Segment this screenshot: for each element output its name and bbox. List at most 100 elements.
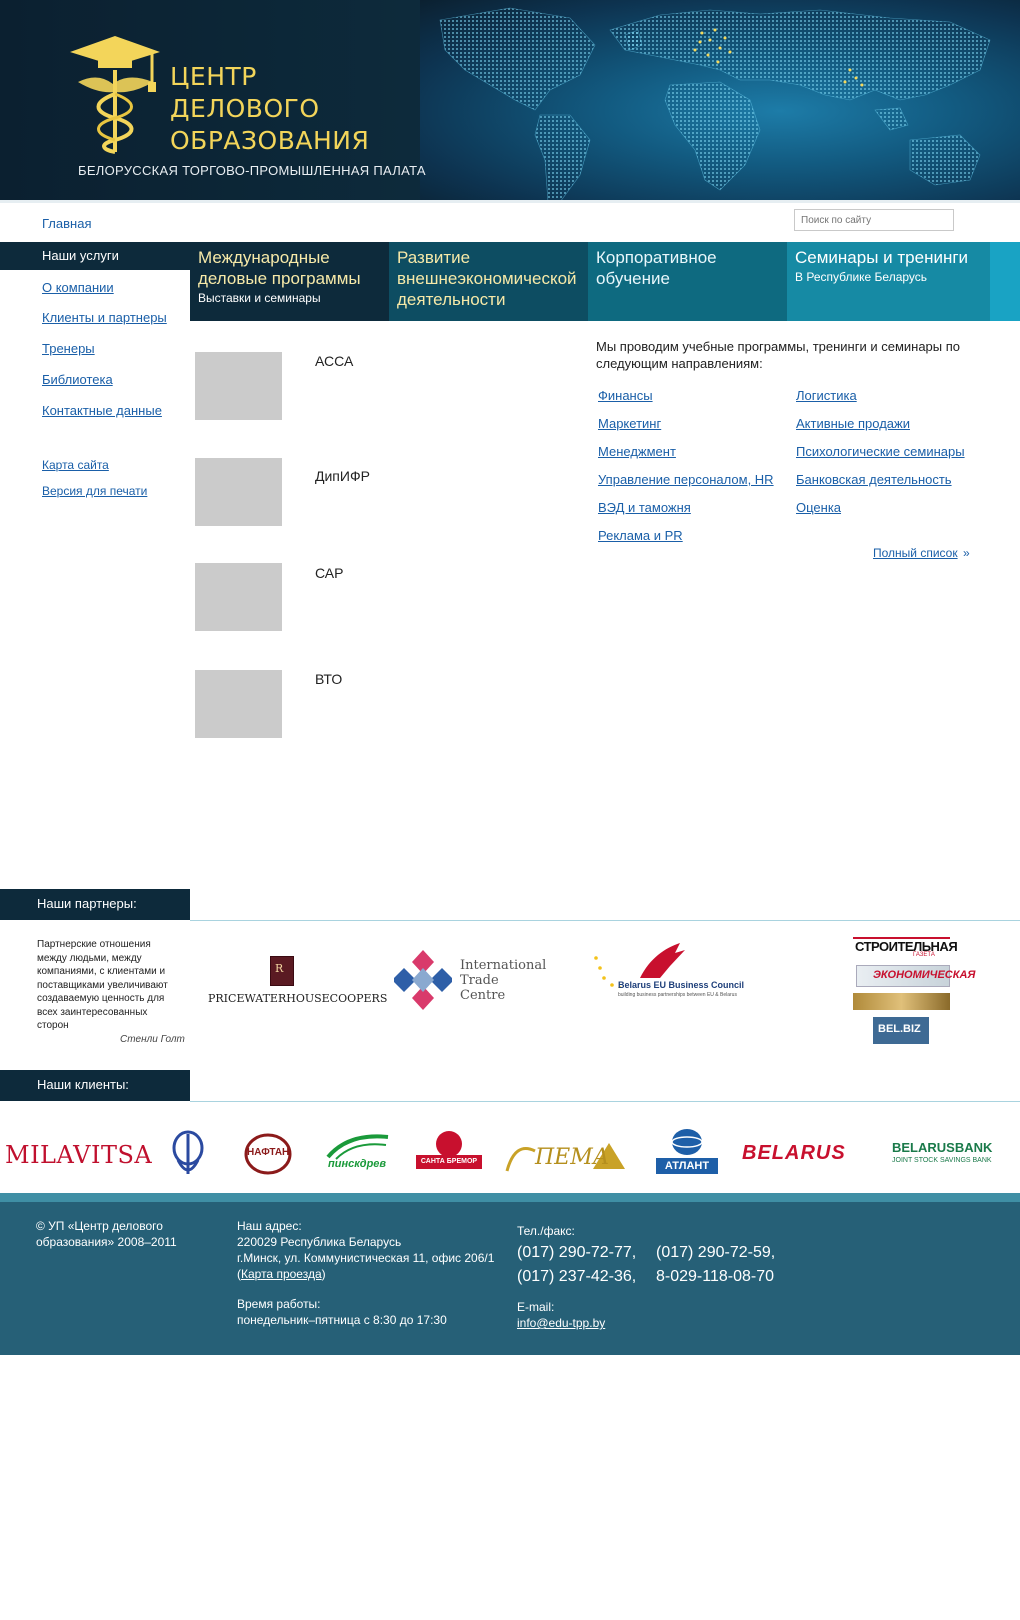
phone-label: Тел./факс: bbox=[517, 1224, 575, 1238]
tab-bar-end bbox=[990, 242, 1020, 321]
divider bbox=[190, 920, 1020, 921]
naftan-logo[interactable]: НАФТАН bbox=[243, 1133, 293, 1175]
itc-line3: Centre bbox=[460, 988, 506, 1003]
sidebar-item-trainers[interactable]: Тренеры bbox=[42, 341, 95, 356]
globe-icon bbox=[671, 1129, 703, 1155]
sidebar-item-about[interactable]: О компании bbox=[42, 280, 114, 295]
santa-emblem-icon bbox=[436, 1131, 462, 1157]
search-input[interactable] bbox=[794, 209, 954, 231]
belarus-eu-subtext: building business partnerships between E… bbox=[618, 992, 737, 998]
sidebar-item-services[interactable]: Наши услуги bbox=[0, 242, 190, 270]
program-image-placeholder[interactable] bbox=[195, 563, 282, 631]
tab-title: Развитие внешнеэкономической деятельност… bbox=[397, 248, 577, 309]
footer-top-strip bbox=[0, 1193, 1020, 1202]
itc-mark-icon bbox=[394, 950, 452, 1010]
direction-link[interactable]: Финансы bbox=[598, 388, 653, 403]
email-label: E-mail: bbox=[517, 1300, 555, 1314]
header-divider bbox=[0, 200, 1020, 203]
partners-heading: Наши партнеры: bbox=[37, 896, 137, 911]
direction-link[interactable]: ВЭД и таможня bbox=[598, 500, 691, 515]
direction-link[interactable]: Активные продажи bbox=[796, 416, 910, 431]
clients-heading: Наши клиенты: bbox=[37, 1077, 129, 1092]
program-label-dipifr[interactable]: ДипИФР bbox=[315, 468, 370, 484]
sidebar-item-library[interactable]: Библиотека bbox=[42, 372, 113, 387]
phone-number: 8-029-118-08-70 bbox=[656, 1268, 775, 1285]
world-map-image bbox=[439, 7, 991, 202]
partners-heading-bar: Наши партнеры: bbox=[0, 889, 190, 920]
tab-title: Корпоративное обучение bbox=[596, 248, 717, 288]
sitemap-link[interactable]: Карта сайта bbox=[42, 458, 109, 472]
itc-logo[interactable]: International Trade Centre bbox=[394, 948, 554, 1012]
copyright-line1: © УП «Центр делового bbox=[36, 1219, 163, 1233]
belarusbank-logo[interactable]: BELARUSBANK JOINT STOCK SAVINGS BANK bbox=[892, 1140, 1016, 1170]
program-image-placeholder[interactable] bbox=[195, 458, 282, 526]
newspaper-logo-3[interactable] bbox=[853, 993, 950, 1010]
hours-label: Время работы: bbox=[237, 1297, 321, 1311]
ekonomicheskaya-gazeta-logo[interactable]: ЭКОНОМИЧЕСКАЯ bbox=[856, 965, 975, 987]
hours-text: понедельник–пятница с 8:30 до 17:30 bbox=[237, 1313, 447, 1327]
atlant-logo[interactable]: АТЛАНТ bbox=[656, 1127, 718, 1177]
direction-link[interactable]: Психологические семинары bbox=[796, 444, 965, 459]
tab-international-programs[interactable]: Международные деловые программы Выставки… bbox=[190, 242, 389, 321]
belarus-eu-text: Belarus EU Business Council bbox=[618, 980, 745, 990]
address-label: Наш адрес: bbox=[237, 1219, 302, 1233]
program-image-placeholder[interactable] bbox=[195, 670, 282, 738]
home-link[interactable]: Главная bbox=[42, 216, 91, 231]
direction-link[interactable]: Маркетинг bbox=[598, 416, 661, 431]
belbiz-logo[interactable]: BEL.BIZ bbox=[873, 1017, 929, 1044]
direction-link[interactable]: Управление персоналом, HR bbox=[598, 472, 774, 487]
program-label-wto[interactable]: ВТО bbox=[315, 671, 342, 687]
clients-heading-bar: Наши клиенты: bbox=[0, 1070, 190, 1101]
program-image-placeholder[interactable] bbox=[195, 352, 282, 420]
caduceus-logo-icon bbox=[70, 36, 160, 154]
pema-logo[interactable]: ПЕМА bbox=[505, 1131, 625, 1176]
client-emblem-icon[interactable] bbox=[168, 1130, 208, 1180]
quote-author: Стенли Голт bbox=[120, 1034, 185, 1045]
site-footer: © УП «Центр делового образования» 2008–2… bbox=[0, 1202, 1020, 1355]
pwc-emblem-icon: R bbox=[270, 956, 294, 986]
logo-title-line1: ЦЕНТР bbox=[170, 62, 257, 91]
sidebar-item-label: Наши услуги bbox=[42, 248, 119, 263]
tab-corporate-training[interactable]: Корпоративное обучение bbox=[588, 242, 787, 321]
site-header: ЦЕНТР ДЕЛОВОГО ОБРАЗОВАНИЯ БЕЛОРУССКАЯ Т… bbox=[0, 0, 1020, 202]
sidebar-item-clients[interactable]: Клиенты и партнеры bbox=[42, 310, 167, 325]
address-line1: 220029 Республика Беларусь bbox=[237, 1235, 402, 1249]
itc-line2: Trade bbox=[460, 973, 499, 988]
direction-link[interactable]: Менеджмент bbox=[598, 444, 676, 459]
direction-link[interactable]: Банковская деятельность bbox=[796, 472, 952, 487]
full-list-link[interactable]: Полный список bbox=[873, 546, 958, 560]
tab-seminars[interactable]: Семинары и тренинги В Республике Беларус… bbox=[787, 242, 990, 321]
tab-subtitle: Выставки и семинары bbox=[198, 291, 321, 305]
program-label-acca[interactable]: АССА bbox=[315, 353, 353, 369]
logo-title-line3: ОБРАЗОВАНИЯ bbox=[170, 126, 370, 155]
print-version-link[interactable]: Версия для печати bbox=[42, 484, 147, 498]
belarus-eu-council-logo[interactable]: Belarus EU Business Council building bus… bbox=[590, 938, 744, 1018]
program-label-cap[interactable]: САР bbox=[315, 565, 343, 581]
milavitsa-logo[interactable]: MILAVITSA bbox=[5, 1141, 152, 1169]
phone-number: (017) 237-42-36, bbox=[517, 1268, 637, 1285]
tab-foreign-trade[interactable]: Развитие внешнеэкономической деятельност… bbox=[389, 242, 588, 321]
phone-number: (017) 290-72-77, bbox=[517, 1244, 637, 1261]
direction-link[interactable]: Оценка bbox=[796, 500, 841, 515]
belarus-tractor-logo[interactable]: BELARUS bbox=[742, 1142, 846, 1165]
pinskdrev-logo[interactable]: пинскдрев bbox=[318, 1131, 393, 1176]
email-link[interactable]: info@edu-tpp.by bbox=[517, 1316, 605, 1330]
itc-line1: International bbox=[460, 958, 547, 973]
address-line2: г.Минск, ул. Коммунистическая 11, офис 2… bbox=[237, 1251, 495, 1265]
direction-link[interactable]: Логистика bbox=[796, 388, 857, 403]
logo-title-line2: ДЕЛОВОГО bbox=[170, 94, 320, 123]
partners-quote: Партнерские отношения между людьми, межд… bbox=[37, 939, 168, 1031]
tab-title: Международные деловые программы bbox=[198, 248, 361, 288]
tab-title: Семинары и тренинги bbox=[795, 248, 969, 267]
direction-link[interactable]: Реклама и PR bbox=[598, 528, 683, 543]
sidebar-item-contacts[interactable]: Контактные данные bbox=[42, 403, 162, 418]
phone-number: (017) 290-72-59, bbox=[656, 1244, 776, 1261]
logo-subtitle: БЕЛОРУССКАЯ ТОРГОВО-ПРОМЫШЛЕННАЯ ПАЛАТА bbox=[78, 163, 426, 178]
pwc-logo-text: PRICEWATERHOUSECOOPERS bbox=[208, 992, 388, 1005]
pwc-logo[interactable]: R PRICEWATERHOUSECOOPERS bbox=[205, 952, 387, 1012]
tab-subtitle: В Республике Беларусь bbox=[795, 270, 928, 284]
map-link-wrapper: (Карта проезда) bbox=[237, 1267, 326, 1281]
santa-bremor-logo[interactable]: САНТА БРЕМОР bbox=[416, 1131, 482, 1173]
map-link[interactable]: Карта проезда bbox=[241, 1267, 322, 1281]
stroitelnaya-gazeta-logo[interactable]: СТРОИТЕЛЬНАЯ ГАЗЕТА bbox=[853, 937, 958, 959]
